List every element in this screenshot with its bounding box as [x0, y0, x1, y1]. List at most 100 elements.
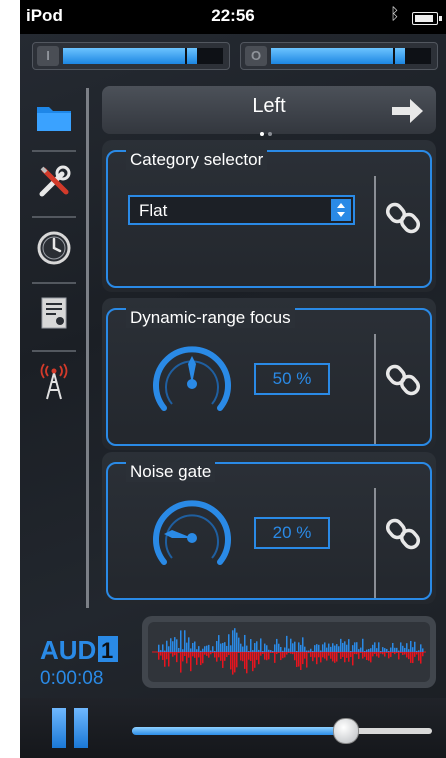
waveform-sample-positive: [192, 642, 194, 652]
waveform-sample-positive: [168, 646, 170, 652]
waveform-sample-positive: [214, 651, 216, 652]
waveform-sample-negative: [204, 652, 206, 655]
waveform-sample-positive: [420, 644, 422, 652]
waveform-sample-positive: [388, 651, 390, 652]
waveform-sample-negative: [238, 652, 240, 653]
waveform-sample-positive: [342, 642, 344, 652]
waveform-sample-negative: [388, 652, 390, 659]
waveform-sample-negative: [384, 652, 386, 657]
waveform-sample-negative: [184, 652, 186, 656]
svg-text:AUD: AUD: [40, 635, 96, 665]
waveform-sample-negative: [254, 652, 256, 668]
noise-gate-value[interactable]: 20 %: [254, 517, 330, 549]
pause-icon[interactable]: [52, 708, 92, 748]
waveform-sample-positive: [362, 638, 364, 652]
dynamic-range-value[interactable]: 50 %: [254, 363, 330, 395]
waveform-sample-positive: [190, 648, 192, 652]
waveform-sample-positive: [164, 650, 166, 652]
waveform-sample-negative: [168, 652, 170, 667]
waveform-sample-positive: [258, 649, 260, 652]
panel-divider: [374, 488, 376, 598]
waveform-sample-negative: [162, 652, 164, 660]
transport-bar: [20, 698, 446, 758]
waveform-sample-negative: [408, 652, 410, 660]
waveform-sample-negative: [292, 652, 294, 655]
channel-header[interactable]: Left: [102, 86, 436, 136]
waveform-sample-negative: [358, 652, 360, 659]
tools-icon[interactable]: [32, 160, 76, 204]
waveform-sample-positive: [384, 648, 386, 652]
dynamic-range-panel: Dynamic-range focus 50 %: [102, 298, 436, 450]
waveform-sample-negative: [348, 652, 350, 662]
link-icon[interactable]: [385, 200, 421, 236]
waveform-sample-negative: [256, 652, 258, 660]
noise-gate-knob[interactable]: [150, 496, 234, 580]
waveform-display[interactable]: [142, 616, 436, 688]
link-icon[interactable]: [385, 362, 421, 398]
waveform-canvas: [148, 622, 430, 682]
waveform-sample-negative: [302, 652, 304, 665]
waveform-sample-negative: [166, 652, 168, 660]
waveform-sample-positive: [266, 645, 268, 652]
waveform-sample-positive: [232, 630, 234, 652]
waveform-sample-positive: [184, 630, 186, 652]
waveform-sample-negative: [290, 652, 292, 654]
waveform-sample-negative: [312, 652, 314, 662]
clock-icon[interactable]: [32, 226, 76, 270]
waveform-sample-positive: [372, 644, 374, 652]
noise-gate-label: Noise gate: [126, 462, 216, 482]
waveform-sample-negative: [418, 652, 420, 661]
waveform-sample-negative: [362, 652, 364, 659]
waveform-sample-positive: [346, 644, 348, 652]
waveform-sample-negative: [376, 652, 378, 657]
waveform-sample-negative: [346, 652, 348, 658]
waveform-sample-negative: [214, 652, 216, 658]
waveform-sample-negative: [196, 652, 198, 665]
waveform-sample-negative: [294, 652, 296, 661]
waveform-sample-negative: [370, 652, 372, 663]
waveform-sample-positive: [370, 648, 372, 652]
panel-divider: [374, 334, 376, 444]
waveform-sample-negative: [234, 652, 236, 673]
arrow-right-icon[interactable]: [390, 98, 424, 124]
waveform-sample-positive: [288, 648, 290, 652]
dynamic-range-label: Dynamic-range focus: [126, 308, 295, 328]
category-label: Category selector: [126, 150, 268, 170]
bluetooth-icon: ᛒ: [390, 6, 400, 23]
waveform-sample-positive: [304, 646, 306, 652]
waveform-sample-positive: [202, 648, 204, 652]
waveform-sample-positive: [220, 643, 222, 652]
waveform-sample-positive: [200, 650, 202, 652]
waveform-sample-negative: [212, 652, 214, 654]
antenna-icon[interactable]: [32, 360, 76, 404]
waveform-sample-negative: [232, 652, 234, 675]
certificate-icon[interactable]: [32, 292, 76, 336]
waveform-sample-negative: [422, 652, 424, 657]
waveform-sample-positive: [336, 644, 338, 652]
waveform-sample-positive: [418, 650, 420, 652]
waveform-sample-negative: [368, 652, 370, 661]
waveform-sample-negative: [280, 652, 282, 661]
slider-thumb[interactable]: [333, 718, 359, 744]
waveform-sample-positive: [354, 642, 356, 652]
sidebar-border: [86, 88, 89, 608]
playback-slider[interactable]: [132, 718, 432, 744]
waveform-sample-positive: [344, 641, 346, 652]
link-icon[interactable]: [385, 516, 421, 552]
output-level-meter: O: [240, 42, 438, 70]
waveform-sample-positive: [404, 647, 406, 652]
waveform-sample-positive: [368, 649, 370, 652]
waveform-sample-positive: [250, 639, 252, 652]
dynamic-range-knob[interactable]: [150, 342, 234, 426]
waveform-sample-positive: [292, 643, 294, 652]
waveform-sample-positive: [410, 640, 412, 652]
folder-icon[interactable]: [32, 95, 76, 139]
waveform-sample-positive: [416, 650, 418, 652]
category-select[interactable]: Flat: [128, 195, 355, 225]
waveform-sample-positive: [270, 650, 272, 652]
waveform-sample-positive: [394, 647, 396, 652]
select-arrows-icon[interactable]: [331, 199, 351, 221]
waveform-sample-negative: [240, 652, 242, 661]
sidebar-divider: [32, 150, 76, 152]
timecode: 0:00:08: [40, 668, 104, 689]
